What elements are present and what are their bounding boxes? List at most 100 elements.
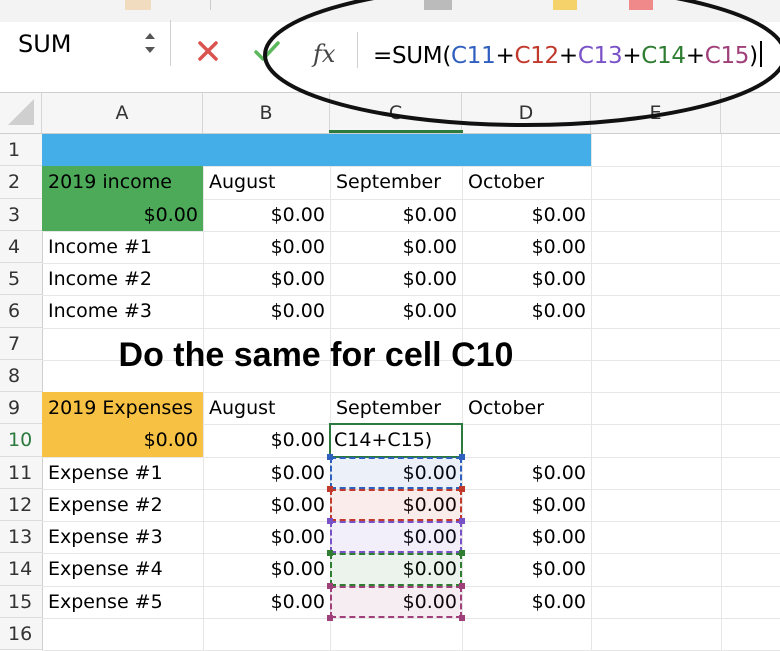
value-cell[interactable]: $0.00 xyxy=(203,295,330,327)
reference-range-c15[interactable] xyxy=(330,585,462,618)
reference-range-c13[interactable] xyxy=(330,521,462,554)
income-header-cell[interactable]: October xyxy=(462,166,591,198)
row-header-10[interactable]: 10 xyxy=(0,424,42,457)
row-header-9[interactable]: 9 xyxy=(0,392,42,425)
range-handle[interactable] xyxy=(327,582,333,589)
gridline xyxy=(42,488,780,490)
range-handle[interactable] xyxy=(459,614,465,621)
row-header-6[interactable]: 6 xyxy=(0,295,42,328)
value-cell[interactable]: $0.00 xyxy=(462,553,591,585)
range-handle[interactable] xyxy=(459,582,465,589)
row-header-7[interactable]: 7 xyxy=(0,328,42,360)
income-header-cell[interactable]: September xyxy=(330,166,462,198)
reference-range-c12[interactable] xyxy=(330,488,462,521)
row-label-cell[interactable]: Income #3 xyxy=(42,295,203,327)
value-cell[interactable]: $0.00 xyxy=(330,231,462,263)
value-cell[interactable]: $0.00 xyxy=(203,231,330,263)
expense-total-cell[interactable]: $0.00 xyxy=(203,424,330,456)
range-handle[interactable] xyxy=(327,550,333,557)
expense-total-cell[interactable]: $0.00 xyxy=(42,424,203,457)
value-cell[interactable]: $0.00 xyxy=(330,553,462,585)
callout-ellipse xyxy=(263,0,780,127)
range-handle[interactable] xyxy=(327,550,333,557)
range-handle[interactable] xyxy=(459,550,465,557)
expenses-header-cell[interactable]: October xyxy=(462,392,591,424)
expenses-header-cell[interactable]: September xyxy=(330,392,462,424)
row-header-2[interactable]: 2 xyxy=(0,166,42,199)
range-handle[interactable] xyxy=(459,485,465,492)
value-cell[interactable]: $0.00 xyxy=(330,521,462,553)
row-label-cell[interactable]: Expense #5 xyxy=(42,586,203,618)
row-header-12[interactable]: 12 xyxy=(0,489,42,521)
expenses-header-cell[interactable]: 2019 Expenses xyxy=(42,392,203,425)
row-label-cell[interactable]: Expense #4 xyxy=(42,553,203,585)
range-handle[interactable] xyxy=(459,453,465,460)
reference-range-c11[interactable] xyxy=(330,456,462,489)
gridline xyxy=(42,424,780,426)
gridline xyxy=(330,134,331,650)
range-handle[interactable] xyxy=(327,485,333,492)
value-cell[interactable]: $0.00 xyxy=(462,457,591,489)
value-cell[interactable]: $0.00 xyxy=(203,263,330,295)
value-cell[interactable]: $0.00 xyxy=(203,457,330,489)
value-cell[interactable]: $0.00 xyxy=(330,457,462,489)
gridline xyxy=(42,295,780,297)
row-label-cell[interactable]: Income #1 xyxy=(42,231,203,263)
gridline xyxy=(42,230,780,232)
expense-total-cell[interactable] xyxy=(462,424,591,456)
value-cell[interactable]: $0.00 xyxy=(330,295,462,327)
row-header-4[interactable]: 4 xyxy=(0,231,42,263)
income-total-cell[interactable]: $0.00 xyxy=(42,198,203,231)
value-cell[interactable]: $0.00 xyxy=(203,489,330,521)
value-cell[interactable]: $0.00 xyxy=(462,521,591,553)
gridline xyxy=(42,392,780,393)
value-cell[interactable]: $0.00 xyxy=(462,586,591,618)
row-label-cell[interactable]: Expense #2 xyxy=(42,489,203,521)
row-label-cell[interactable]: Expense #3 xyxy=(42,521,203,553)
value-cell[interactable]: $0.00 xyxy=(462,231,591,263)
row-label-cell[interactable]: Income #2 xyxy=(42,263,203,295)
gridline xyxy=(42,585,780,587)
value-cell[interactable]: $0.00 xyxy=(203,553,330,585)
row-header-8[interactable]: 8 xyxy=(0,360,42,392)
range-handle[interactable] xyxy=(327,485,333,492)
row-header-5[interactable]: 5 xyxy=(0,263,42,296)
range-handle[interactable] xyxy=(459,518,465,524)
value-cell[interactable]: $0.00 xyxy=(330,263,462,295)
row-header-1[interactable]: 1 xyxy=(0,134,42,167)
range-handle[interactable] xyxy=(459,518,465,524)
range-handle[interactable] xyxy=(327,453,333,460)
range-handle[interactable] xyxy=(459,582,465,589)
row-header-11[interactable]: 11 xyxy=(0,457,42,489)
value-cell[interactable]: $0.00 xyxy=(462,263,591,295)
range-handle[interactable] xyxy=(327,518,333,524)
row-header-16[interactable]: 16 xyxy=(0,618,42,650)
income-total-cell[interactable]: $0.00 xyxy=(203,199,330,231)
row-label-cell[interactable]: Expense #1 xyxy=(42,457,203,489)
expenses-header-cell[interactable]: August xyxy=(203,392,330,424)
row-header-3[interactable]: 3 xyxy=(0,199,42,231)
value-cell[interactable]: $0.00 xyxy=(203,521,330,553)
income-total-cell[interactable]: $0.00 xyxy=(462,199,591,231)
gridline xyxy=(721,134,722,650)
income-header-cell[interactable]: August xyxy=(203,166,330,198)
value-cell[interactable]: $0.00 xyxy=(462,295,591,327)
row-header-13[interactable]: 13 xyxy=(0,521,42,554)
income-header-cell[interactable]: 2019 income xyxy=(42,166,203,199)
range-handle[interactable] xyxy=(327,518,333,524)
range-handle[interactable] xyxy=(327,614,333,621)
range-handle[interactable] xyxy=(327,582,333,589)
value-cell[interactable]: $0.00 xyxy=(462,489,591,521)
gridline xyxy=(591,134,592,650)
range-handle[interactable] xyxy=(459,550,465,557)
banner-row[interactable] xyxy=(42,134,591,167)
row-header-15[interactable]: 15 xyxy=(0,586,42,618)
value-cell[interactable]: $0.00 xyxy=(203,586,330,618)
active-cell-editor[interactable]: C14+C15) xyxy=(330,424,462,456)
value-cell[interactable]: $0.00 xyxy=(330,489,462,521)
income-total-cell[interactable]: $0.00 xyxy=(330,199,462,231)
value-cell[interactable]: $0.00 xyxy=(330,586,462,618)
range-handle[interactable] xyxy=(459,485,465,492)
row-header-14[interactable]: 14 xyxy=(0,553,42,586)
reference-range-c14[interactable] xyxy=(330,553,462,586)
